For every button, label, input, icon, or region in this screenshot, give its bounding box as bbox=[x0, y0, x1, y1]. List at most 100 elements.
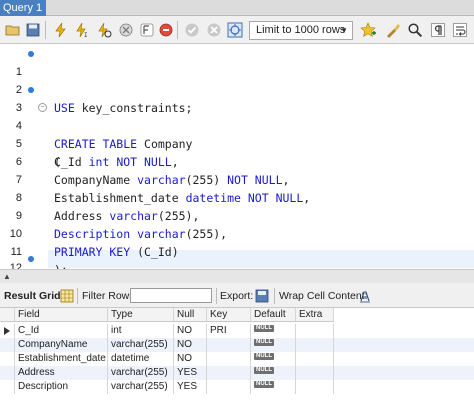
column-header-type[interactable]: Type bbox=[108, 308, 174, 322]
table-row[interactable]: Description varchar(255) YES NULL bbox=[0, 380, 474, 394]
cell-extra[interactable] bbox=[296, 366, 334, 380]
cell-key[interactable] bbox=[207, 338, 251, 352]
result-grid-tab[interactable]: Result Grid bbox=[4, 290, 61, 302]
find-icon[interactable] bbox=[406, 21, 424, 39]
cell-null[interactable]: NO bbox=[174, 352, 207, 366]
cell-type[interactable]: varchar(255) bbox=[108, 366, 174, 380]
toolbar-separator bbox=[177, 21, 178, 39]
code-line[interactable]: 6 CompanyName varchar(255) NOT NULL, bbox=[0, 135, 474, 187]
bookmark-icon[interactable] bbox=[359, 21, 377, 39]
stop-icon[interactable] bbox=[117, 21, 135, 39]
code-line[interactable]: 1 USE key_constraints; bbox=[0, 45, 474, 115]
null-badge: NULL bbox=[254, 325, 274, 332]
column-header-key[interactable]: Key bbox=[207, 308, 251, 322]
code-line[interactable]: 10 PRIMARY KEY (C_Id) bbox=[0, 207, 474, 259]
cell-field[interactable]: CompanyName bbox=[15, 338, 108, 352]
row-selector[interactable] bbox=[0, 380, 15, 394]
cell-key[interactable] bbox=[207, 366, 251, 380]
collapse-panel-icon[interactable]: ▲ bbox=[3, 272, 11, 281]
svg-text:I: I bbox=[84, 32, 88, 38]
invisible-chars-icon[interactable] bbox=[429, 21, 447, 39]
cell-extra[interactable] bbox=[296, 324, 334, 338]
cell-null[interactable]: NO bbox=[174, 324, 207, 338]
null-badge: NULL bbox=[254, 381, 274, 388]
code-line[interactable]: 3 CREATE TABLE Company bbox=[0, 81, 474, 151]
beautify-icon[interactable] bbox=[384, 21, 402, 39]
cell-null[interactable]: NO bbox=[174, 338, 207, 352]
limit-rows-value: Limit to 1000 rows bbox=[256, 24, 346, 36]
cell-null[interactable]: YES bbox=[174, 366, 207, 380]
row-selector[interactable] bbox=[0, 338, 15, 352]
sql-editor[interactable]: 1 USE key_constraints; 2 3 CREATE TABLE … bbox=[0, 45, 474, 320]
code-line[interactable]: 5 C_Id int NOT NULL, bbox=[0, 117, 474, 169]
autocommit-icon[interactable] bbox=[226, 21, 244, 39]
code-line[interactable]: 13 DESCRIBE COMPANY; bbox=[0, 250, 474, 320]
code-line[interactable]: 8 Address varchar(255), bbox=[0, 171, 474, 223]
code-line[interactable]: 7 Establishment_date datetime NOT NULL, bbox=[0, 153, 474, 205]
panel-splitter[interactable]: ▲ bbox=[0, 269, 474, 283]
cell-type[interactable]: datetime bbox=[108, 352, 174, 366]
toggle-icon[interactable] bbox=[157, 21, 175, 39]
filter-rows-input[interactable] bbox=[130, 288, 212, 303]
cell-default[interactable]: NULL bbox=[251, 338, 296, 352]
cell-extra[interactable] bbox=[296, 380, 334, 394]
column-header-field[interactable]: Field bbox=[15, 308, 108, 322]
result-toolbar: Result Grid Filter Rows: Export: Wrap Ce… bbox=[0, 283, 474, 308]
code-line[interactable]: 4 − ( bbox=[0, 99, 474, 169]
cell-default[interactable]: NULL bbox=[251, 324, 296, 338]
rollback-icon[interactable] bbox=[205, 21, 223, 39]
open-file-icon[interactable] bbox=[4, 21, 22, 39]
query-tab-title: Query 1 bbox=[3, 2, 43, 14]
cell-type[interactable]: varchar(255) bbox=[108, 380, 174, 394]
limit-rows-select[interactable]: Limit to 1000 rows ▼ bbox=[249, 21, 353, 40]
row-selector[interactable] bbox=[0, 352, 15, 366]
cell-null[interactable]: YES bbox=[174, 380, 207, 394]
fold-toggle-icon[interactable]: − bbox=[38, 103, 47, 112]
null-badge: NULL bbox=[254, 353, 274, 360]
stop-script-icon[interactable] bbox=[138, 21, 156, 39]
cell-default[interactable]: NULL bbox=[251, 366, 296, 380]
result-grid[interactable]: Field Type Null Key Default Extra C_Id i… bbox=[0, 308, 474, 401]
save-icon[interactable] bbox=[24, 21, 42, 39]
table-row[interactable]: Establishment_date datetime NO NULL bbox=[0, 352, 474, 366]
cell-field[interactable]: C_Id bbox=[15, 324, 108, 338]
row-selector[interactable] bbox=[0, 324, 15, 338]
column-header-extra[interactable]: Extra bbox=[296, 308, 334, 322]
cell-extra[interactable] bbox=[296, 352, 334, 366]
cell-key[interactable] bbox=[207, 352, 251, 366]
close-tab-icon[interactable]: × bbox=[45, 3, 46, 13]
cell-field[interactable]: Establishment_date bbox=[15, 352, 108, 366]
table-row[interactable]: Address varchar(255) YES NULL bbox=[0, 366, 474, 380]
column-header-null[interactable]: Null bbox=[174, 308, 207, 322]
grid-header-row: Field Type Null Key Default Extra bbox=[0, 308, 474, 322]
commit-icon[interactable] bbox=[183, 21, 201, 39]
execute-current-icon[interactable]: I bbox=[73, 21, 91, 39]
cell-extra[interactable] bbox=[296, 338, 334, 352]
cell-type[interactable]: int bbox=[108, 324, 174, 338]
row-selector[interactable] bbox=[0, 366, 15, 380]
statement-marker-icon bbox=[28, 51, 34, 57]
table-row[interactable]: C_Id int NO PRI NULL bbox=[0, 324, 474, 338]
toolbar-separator bbox=[216, 288, 217, 304]
query-tab-bar: Query 1× bbox=[0, 0, 474, 16]
cell-key[interactable]: PRI bbox=[207, 324, 251, 338]
grid-view-icon[interactable] bbox=[60, 289, 74, 303]
cell-field[interactable]: Address bbox=[15, 366, 108, 380]
execute-icon[interactable] bbox=[52, 21, 70, 39]
code-line[interactable]: 2 bbox=[0, 63, 474, 96]
explain-icon[interactable] bbox=[95, 21, 113, 39]
statement-marker-icon bbox=[28, 87, 34, 93]
cell-default[interactable]: NULL bbox=[251, 352, 296, 366]
cell-key[interactable] bbox=[207, 380, 251, 394]
cell-field[interactable]: Description bbox=[15, 380, 108, 394]
table-row[interactable]: CompanyName varchar(255) NO NULL bbox=[0, 338, 474, 352]
chevron-down-icon: ▼ bbox=[340, 26, 348, 35]
cell-default[interactable]: NULL bbox=[251, 380, 296, 394]
wrap-icon[interactable] bbox=[451, 21, 469, 39]
column-header-default[interactable]: Default bbox=[251, 308, 296, 322]
code-line[interactable]: 9 Description varchar(255), bbox=[0, 189, 474, 241]
wrap-cell-icon[interactable] bbox=[358, 289, 372, 303]
cell-type[interactable]: varchar(255) bbox=[108, 338, 174, 352]
export-icon[interactable] bbox=[255, 289, 269, 303]
query-tab[interactable]: Query 1× bbox=[0, 0, 46, 16]
